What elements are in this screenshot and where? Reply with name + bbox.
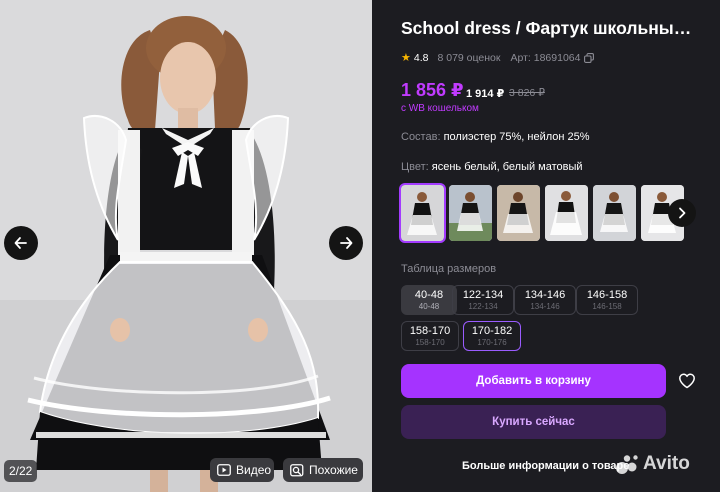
color-label: Цвет: xyxy=(401,161,429,173)
chevron-right-icon xyxy=(679,207,686,219)
size-option[interactable]: 134-146 134-146 xyxy=(514,285,576,315)
color-thumbnails xyxy=(399,183,684,243)
thumbnail[interactable] xyxy=(593,185,636,241)
similar-button[interactable]: Похожие xyxy=(283,458,363,482)
composition-value: полиэстер 75%, нейлон 25% xyxy=(443,131,590,143)
wallet-note: с WB кошельком xyxy=(401,103,479,114)
star-icon: ★ xyxy=(401,52,411,64)
photo-counter: 2/22 xyxy=(4,460,38,482)
thumbnail[interactable] xyxy=(545,185,588,241)
add-to-cart-button[interactable]: Добавить в корзину xyxy=(401,364,666,398)
buy-now-button[interactable]: Купить сейчас xyxy=(401,405,666,439)
size-option[interactable]: 122-134 122-134 xyxy=(452,285,514,315)
composition: Состав: полиэстер 75%, нейлон 25% xyxy=(401,131,590,143)
product-photo-pane: 2/22 Видео Похожие xyxy=(0,0,372,492)
article-number: Арт: 18691064 xyxy=(510,51,581,64)
size-main: 40-48 xyxy=(414,288,444,301)
price-old: 3 826 ₽ xyxy=(509,87,545,99)
size-sub: 146-158 xyxy=(592,301,622,311)
avito-watermark: Avito xyxy=(615,453,690,475)
video-button[interactable]: Видео xyxy=(210,458,274,482)
thumbnails-next-button[interactable] xyxy=(668,199,696,227)
price-regular: 1 914 ₽ xyxy=(466,88,505,100)
size-sub: 170-176 xyxy=(477,337,507,347)
thumbnail[interactable] xyxy=(449,185,492,241)
play-icon xyxy=(217,464,231,476)
size-sub: 158-170 xyxy=(415,337,445,347)
thumbnail[interactable] xyxy=(497,185,540,241)
product-photo xyxy=(0,0,372,492)
size-sub: 122-134 xyxy=(468,301,498,311)
similar-button-label: Похожие xyxy=(309,463,358,477)
sizes-label[interactable]: Таблица размеров xyxy=(401,263,496,275)
color: Цвет: ясень белый, белый матовый xyxy=(401,161,583,173)
image-search-icon xyxy=(290,463,304,476)
more-info-link[interactable]: Больше информации о товаре xyxy=(462,460,629,472)
size-option[interactable]: 146-158 146-158 xyxy=(576,285,638,315)
avito-watermark-text: Avito xyxy=(643,453,690,474)
color-value: ясень белый, белый матовый xyxy=(431,161,583,173)
size-main: 122-134 xyxy=(462,288,504,301)
size-main: 158-170 xyxy=(409,324,451,337)
arrow-right-icon xyxy=(340,237,353,249)
thumbnail[interactable] xyxy=(399,183,446,243)
size-option[interactable]: 170-182 170-176 xyxy=(463,321,521,351)
avito-logo-icon xyxy=(616,455,638,474)
size-main: 170-182 xyxy=(471,324,513,337)
size-option[interactable]: 40-48 40-48 xyxy=(401,285,457,315)
size-main: 146-158 xyxy=(586,288,628,301)
photo-prev-button[interactable] xyxy=(4,226,38,260)
reviews-count[interactable]: 8 079 оценок xyxy=(437,52,500,64)
product-title: School dress / Фартук школьный ... xyxy=(401,18,701,38)
price-current: 1 856 ₽ xyxy=(401,80,464,100)
product-meta: ★ 4.8 8 079 оценок Арт: 18691064 xyxy=(401,51,595,64)
size-main: 134-146 xyxy=(524,288,566,301)
arrow-left-icon xyxy=(14,237,27,249)
video-button-label: Видео xyxy=(236,463,272,477)
size-sub: 40-48 xyxy=(418,301,440,311)
rating-value: 4.8 xyxy=(413,51,429,64)
heart-icon[interactable] xyxy=(678,372,696,390)
photo-next-button[interactable] xyxy=(329,226,363,260)
composition-label: Состав: xyxy=(401,131,441,143)
copy-icon[interactable] xyxy=(584,52,595,63)
size-option[interactable]: 158-170 158-170 xyxy=(401,321,459,351)
product-info-panel: School dress / Фартук школьный ... ★ 4.8… xyxy=(372,0,720,492)
size-sub: 134-146 xyxy=(530,301,560,311)
